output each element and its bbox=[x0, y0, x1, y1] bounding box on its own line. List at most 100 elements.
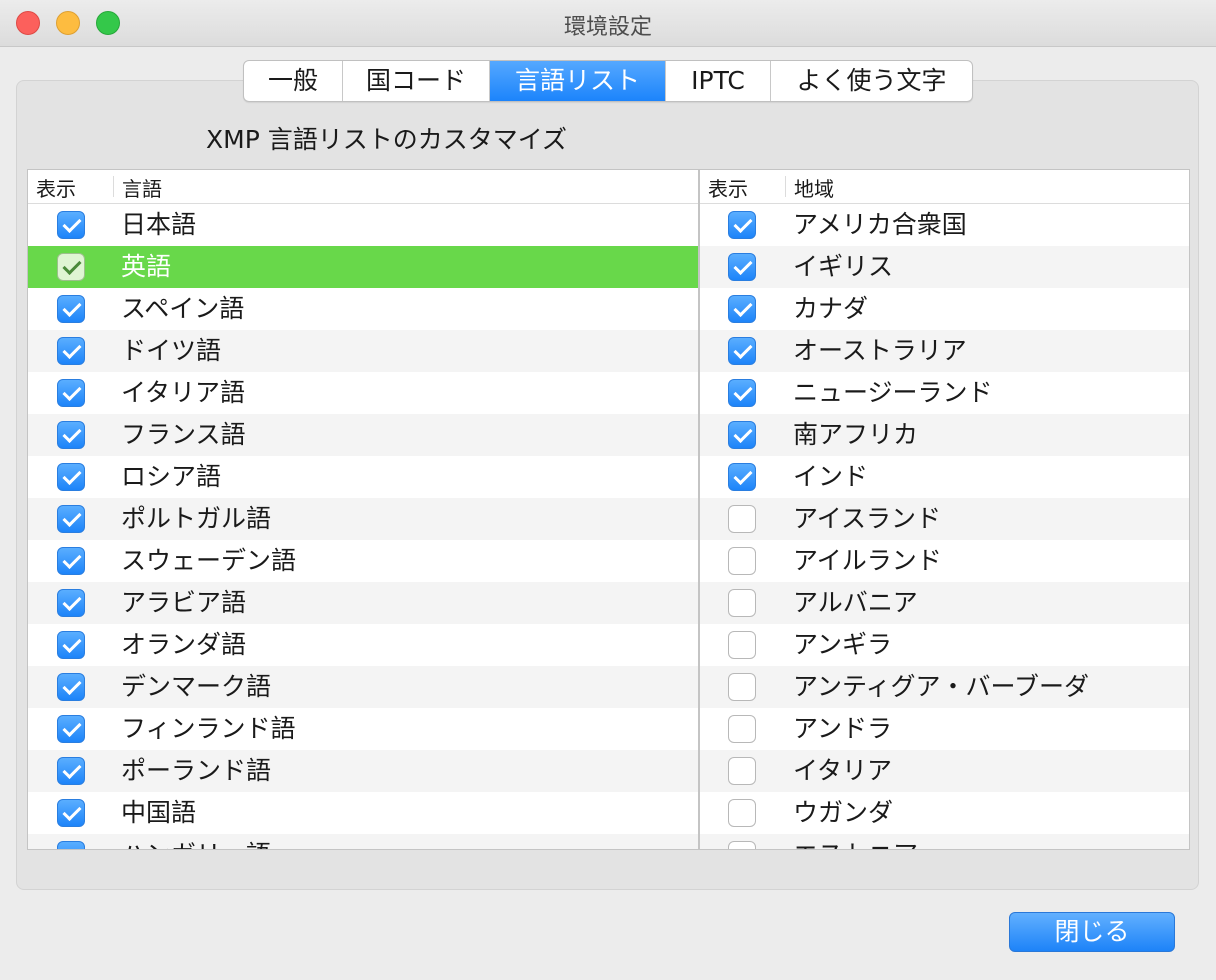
row-label: ロシア語 bbox=[121, 462, 222, 491]
show-checkbox[interactable] bbox=[57, 337, 85, 365]
show-checkbox[interactable] bbox=[728, 421, 756, 449]
language-row[interactable]: ハンガリー語 bbox=[28, 834, 699, 849]
region-row[interactable]: アイスランド bbox=[700, 498, 1189, 540]
row-label: ポーランド語 bbox=[121, 756, 272, 785]
row-label: インド bbox=[793, 462, 869, 491]
region-rows: アメリカ合衆国イギリス カナダオーストラリア ニュージーランド南アフリカインドアイス… bbox=[700, 204, 1189, 849]
language-row[interactable]: フィンランド語 bbox=[28, 708, 699, 750]
row-label: ニュージーランド bbox=[793, 378, 993, 407]
row-label: アラビア語 bbox=[121, 588, 247, 617]
region-row[interactable]: イタリア bbox=[700, 750, 1189, 792]
region-row[interactable]: オーストラリア bbox=[700, 330, 1189, 372]
show-checkbox[interactable] bbox=[57, 505, 85, 533]
region-row[interactable]: アルバニア bbox=[700, 582, 1189, 624]
tab-language-list[interactable]: 言語リスト bbox=[490, 61, 666, 101]
language-row[interactable]: ロシア語 bbox=[28, 456, 699, 498]
tab-frequent-characters[interactable]: よく使う文字 bbox=[771, 61, 972, 101]
row-label: オーストラリア bbox=[793, 336, 967, 365]
column-header-show[interactable]: 表示 bbox=[708, 173, 748, 202]
row-label: アメリカ合衆国 bbox=[793, 210, 967, 239]
show-checkbox[interactable] bbox=[57, 379, 85, 407]
language-row[interactable]: スウェーデン語 bbox=[28, 540, 699, 582]
show-checkbox[interactable] bbox=[57, 841, 85, 849]
row-label: イタリア bbox=[793, 756, 893, 785]
region-row[interactable]: アンドラ bbox=[700, 708, 1189, 750]
row-label: アンギラ bbox=[793, 630, 893, 659]
close-button[interactable]: 閉じる bbox=[1009, 912, 1175, 952]
language-row[interactable]: アラビア語 bbox=[28, 582, 699, 624]
show-checkbox[interactable] bbox=[728, 631, 756, 659]
language-row[interactable]: イタリア語 bbox=[28, 372, 699, 414]
show-checkbox[interactable] bbox=[728, 547, 756, 575]
title-bar: 環境設定 bbox=[0, 0, 1216, 47]
show-checkbox[interactable] bbox=[57, 211, 85, 239]
show-checkbox[interactable] bbox=[728, 673, 756, 701]
language-row[interactable]: フランス語 bbox=[28, 414, 699, 456]
show-checkbox[interactable] bbox=[728, 589, 756, 617]
show-checkbox[interactable] bbox=[57, 463, 85, 491]
show-checkbox[interactable] bbox=[57, 799, 85, 827]
show-checkbox[interactable] bbox=[728, 337, 756, 365]
show-checkbox[interactable] bbox=[57, 757, 85, 785]
row-label: 日本語 bbox=[121, 210, 197, 239]
region-row[interactable]: 南アフリカ bbox=[700, 414, 1189, 456]
tab-general[interactable]: 一般 bbox=[244, 61, 343, 101]
tab-iptc[interactable]: IPTC bbox=[666, 61, 771, 101]
show-checkbox[interactable] bbox=[57, 673, 85, 701]
show-checkbox[interactable] bbox=[728, 841, 756, 849]
column-header-region[interactable]: 地域 bbox=[794, 173, 834, 202]
row-label: 英語 bbox=[121, 252, 172, 281]
show-checkbox[interactable] bbox=[57, 421, 85, 449]
region-row[interactable]: ニュージーランド bbox=[700, 372, 1189, 414]
row-label: スウェーデン語 bbox=[121, 546, 297, 575]
show-checkbox[interactable] bbox=[57, 715, 85, 743]
row-label: アンティグア・バーブーダ bbox=[793, 672, 1090, 701]
region-row[interactable]: アメリカ合衆国 bbox=[700, 204, 1189, 246]
show-checkbox[interactable] bbox=[728, 253, 756, 281]
show-checkbox[interactable] bbox=[728, 505, 756, 533]
language-row[interactable]: ドイツ語 bbox=[28, 330, 699, 372]
language-table[interactable]: 表示 言語 日本語英語スペイン語ドイツ語イタリア語フランス語ロシア語ポルトガル語… bbox=[27, 169, 700, 850]
show-checkbox[interactable] bbox=[728, 715, 756, 743]
language-row[interactable]: 中国語 bbox=[28, 792, 699, 834]
show-checkbox[interactable] bbox=[57, 295, 85, 323]
column-header-show[interactable]: 表示 bbox=[36, 173, 76, 202]
show-checkbox[interactable] bbox=[728, 295, 756, 323]
show-checkbox[interactable] bbox=[57, 253, 85, 281]
language-row[interactable]: デンマーク語 bbox=[28, 666, 699, 708]
row-label: イタリア語 bbox=[121, 378, 246, 407]
row-label: フランス語 bbox=[121, 420, 246, 449]
show-checkbox[interactable] bbox=[728, 757, 756, 785]
language-row[interactable]: オランダ語 bbox=[28, 624, 699, 666]
region-row[interactable]: インド bbox=[700, 456, 1189, 498]
show-checkbox[interactable] bbox=[728, 211, 756, 239]
region-row[interactable]: イギリス bbox=[700, 246, 1189, 288]
show-checkbox[interactable] bbox=[728, 379, 756, 407]
region-row[interactable]: カナダ bbox=[700, 288, 1189, 330]
show-checkbox[interactable] bbox=[57, 589, 85, 617]
language-row[interactable]: 日本語 bbox=[28, 204, 699, 246]
region-row[interactable]: ウガンダ bbox=[700, 792, 1189, 834]
show-checkbox[interactable] bbox=[728, 799, 756, 827]
language-row[interactable]: スペイン語 bbox=[28, 288, 699, 330]
window-title: 環境設定 bbox=[563, 15, 652, 40]
region-table[interactable]: 表示 地域 アメリカ合衆国イギリス カナダオーストラリア ニュージーランド南アフリカ… bbox=[699, 169, 1190, 850]
row-label: 中国語 bbox=[121, 798, 197, 827]
show-checkbox[interactable] bbox=[728, 463, 756, 491]
language-row[interactable]: 英語 bbox=[28, 246, 699, 288]
column-header-language[interactable]: 言語 bbox=[122, 173, 162, 202]
tab-country-code[interactable]: 国コード bbox=[343, 61, 490, 101]
region-table-header: 表示 地域 bbox=[700, 170, 1189, 204]
show-checkbox[interactable] bbox=[57, 631, 85, 659]
row-label: スペイン語 bbox=[121, 294, 245, 323]
language-row[interactable]: ポーランド語 bbox=[28, 750, 699, 792]
region-row[interactable]: アンギラ bbox=[700, 624, 1189, 666]
column-separator bbox=[113, 176, 114, 197]
region-row[interactable]: アンティグア・バーブーダ bbox=[700, 666, 1189, 708]
show-checkbox[interactable] bbox=[57, 547, 85, 575]
language-row[interactable]: ポルトガル語 bbox=[28, 498, 699, 540]
region-row[interactable]: エストニア bbox=[700, 834, 1189, 849]
region-row[interactable]: アイルランド bbox=[700, 540, 1189, 582]
row-label: アイスランド bbox=[793, 504, 942, 533]
row-label: オランダ語 bbox=[121, 630, 247, 659]
